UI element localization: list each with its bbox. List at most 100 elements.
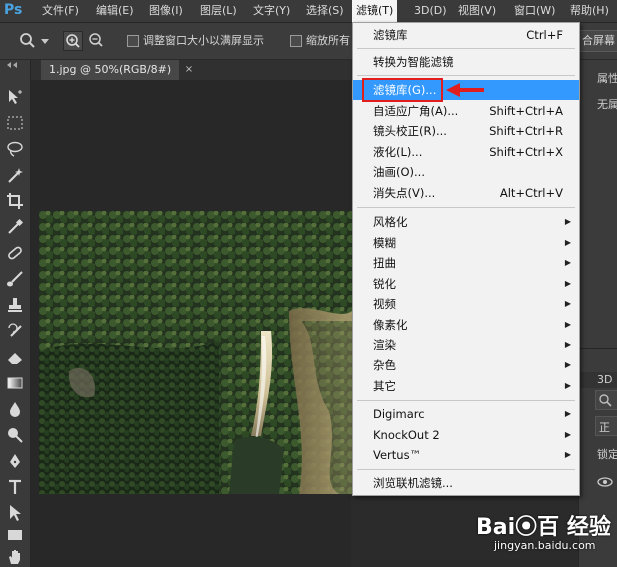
menu-item-pixelate[interactable]: 像素化 ▶ — [353, 315, 579, 335]
menu-item-label: 视频 — [373, 297, 396, 311]
menu-item-video[interactable]: 视频 ▶ — [353, 294, 579, 314]
lasso-tool-icon[interactable] — [6, 140, 24, 158]
panel-collapse-icon[interactable] — [5, 62, 25, 68]
properties-panel-title: 属性 — [597, 72, 617, 85]
submenu-arrow-icon: ▶ — [564, 360, 571, 369]
menu-item-shortcut: Ctrl+F — [526, 28, 563, 42]
menu-item-label: 油画(O)... — [373, 165, 425, 179]
menu-type[interactable]: 文字(Y) — [253, 4, 290, 18]
hand-tool-icon[interactable] — [6, 548, 24, 566]
menu-item-stylize[interactable]: 风格化 ▶ — [353, 212, 579, 232]
menu-item-last-filter[interactable]: 滤镜库 Ctrl+F — [353, 25, 579, 45]
tab-3d[interactable]: 3D — [597, 373, 612, 386]
menu-item-sharpen[interactable]: 锐化 ▶ — [353, 274, 579, 294]
resize-windows-checkbox[interactable] — [127, 35, 139, 47]
menu-item-label: 扭曲 — [373, 256, 396, 270]
menu-item-label: 消失点(V)... — [373, 186, 436, 200]
menu-window[interactable]: 窗口(W) — [514, 4, 555, 18]
zoom-all-windows-checkbox[interactable] — [290, 35, 302, 47]
zoom-tool-icon[interactable] — [18, 32, 38, 50]
tool-preset-chevron-icon[interactable] — [41, 39, 49, 45]
menu-item-browse-online-filters[interactable]: 浏览联机滤镜... — [353, 473, 579, 493]
document-tab[interactable]: 1.jpg @ 50%(RGB/8#) × — [41, 60, 193, 80]
zoom-in-button[interactable] — [63, 31, 83, 51]
menu-filter[interactable]: 滤镜(T) — [352, 0, 398, 22]
gradient-tool-icon[interactable] — [6, 374, 24, 392]
tools-panel — [0, 60, 31, 567]
menu-item-convert-smart-filter[interactable]: 转换为智能滤镜 — [353, 52, 579, 72]
submenu-arrow-icon: ▶ — [564, 320, 571, 329]
menu-item-noise[interactable]: 杂色 ▶ — [353, 355, 579, 375]
zoom-in-icon — [66, 34, 80, 48]
menu-item-distort[interactable]: 扭曲 ▶ — [353, 253, 579, 273]
eraser-tool-icon[interactable] — [6, 348, 24, 366]
clone-stamp-tool-icon[interactable] — [6, 296, 24, 314]
menu-image[interactable]: 图像(I) — [149, 4, 183, 18]
dodge-tool-icon[interactable] — [6, 426, 24, 444]
menu-3d[interactable]: 3D(D) — [414, 4, 447, 18]
canvas-area[interactable] — [31, 80, 352, 567]
photo-waterfall — [39, 211, 352, 494]
photoshop-logo: Ps — [4, 2, 23, 18]
menu-item-label: 转换为智能滤镜 — [373, 55, 454, 69]
menu-separator — [357, 48, 575, 49]
submenu-arrow-icon: ▶ — [564, 299, 571, 308]
menu-item-knockout[interactable]: KnockOut 2 ▶ — [353, 425, 579, 445]
menu-item-vanishing-point[interactable]: 消失点(V)... Alt+Ctrl+V — [353, 183, 579, 203]
document-tabs: 1.jpg @ 50%(RGB/8#) × — [31, 60, 351, 80]
layer-search-field[interactable] — [595, 390, 617, 410]
history-brush-tool-icon[interactable] — [6, 322, 24, 340]
path-selection-tool-icon[interactable] — [6, 504, 24, 522]
menu-item-liquify[interactable]: 液化(L)... Shift+Ctrl+X — [353, 142, 579, 162]
menu-item-label: 模糊 — [373, 236, 396, 250]
menu-item-label: 像素化 — [373, 318, 408, 332]
menu-item-lens-correction[interactable]: 镜头校正(R)... Shift+Ctrl+R — [353, 121, 579, 141]
menu-edit[interactable]: 编辑(E) — [96, 4, 134, 18]
type-tool-icon[interactable] — [6, 478, 24, 496]
submenu-arrow-icon: ▶ — [564, 409, 571, 418]
menu-file[interactable]: 文件(F) — [42, 4, 79, 18]
panel-tab-strip: 3D — [579, 372, 617, 388]
menu-item-digimarc[interactable]: Digimarc ▶ — [353, 404, 579, 424]
menu-item-label: Vertus™ — [373, 448, 422, 462]
menu-layer[interactable]: 图层(L) — [200, 4, 237, 18]
zoom-out-icon[interactable] — [87, 31, 105, 49]
pen-tool-icon[interactable] — [6, 452, 24, 470]
menu-item-label: 浏览联机滤镜... — [373, 476, 453, 490]
menu-item-label: 其它 — [373, 379, 396, 393]
blur-tool-icon[interactable] — [6, 400, 24, 418]
eyedropper-tool-icon[interactable] — [6, 218, 24, 236]
submenu-arrow-icon: ▶ — [564, 258, 571, 267]
watermark-logo: Bai⦿百 经验 — [476, 515, 611, 540]
menu-view[interactable]: 视图(V) — [458, 4, 496, 18]
crop-tool-icon[interactable] — [6, 192, 24, 210]
move-tool-icon[interactable] — [6, 88, 24, 106]
menu-item-adaptive-wide-angle[interactable]: 自适应广角(A)... Shift+Ctrl+A — [353, 101, 579, 121]
menu-item-label: Digimarc — [373, 407, 425, 421]
blend-mode-select[interactable]: 正 — [595, 416, 617, 436]
menu-item-vertus[interactable]: Vertus™ ▶ — [353, 445, 579, 465]
menu-item-render[interactable]: 渲染 ▶ — [353, 335, 579, 355]
rectangle-tool-icon[interactable] — [6, 526, 24, 544]
fill-screen-button[interactable]: 合屏幕 — [578, 30, 617, 52]
menu-item-other[interactable]: 其它 ▶ — [353, 376, 579, 396]
menu-item-oil-paint[interactable]: 油画(O)... — [353, 162, 579, 182]
menu-item-label: 滤镜库 — [373, 28, 408, 42]
visibility-eye-icon[interactable] — [597, 476, 613, 488]
close-tab-icon[interactable]: × — [185, 60, 193, 80]
document-tab-title: 1.jpg @ 50%(RGB/8#) — [49, 63, 172, 76]
menu-item-shortcut: Shift+Ctrl+A — [489, 104, 563, 118]
magic-wand-tool-icon[interactable] — [6, 166, 24, 184]
menu-item-label: 镜头校正(R)... — [373, 124, 447, 138]
menu-separator — [357, 75, 575, 76]
submenu-arrow-icon: ▶ — [564, 381, 571, 390]
resize-windows-label: 调整窗口大小以满屏显示 — [143, 34, 264, 47]
menu-select[interactable]: 选择(S) — [306, 4, 344, 18]
healing-brush-tool-icon[interactable] — [6, 244, 24, 262]
marquee-tool-icon[interactable] — [6, 114, 24, 132]
brush-tool-icon[interactable] — [6, 270, 24, 288]
menu-item-blur[interactable]: 模糊 ▶ — [353, 233, 579, 253]
properties-panel: 属性 无属 3D 正 锁定 — [578, 60, 617, 567]
menu-help[interactable]: 帮助(H) — [570, 4, 609, 18]
watermark-url: jingyan.baidu.com — [494, 539, 596, 552]
